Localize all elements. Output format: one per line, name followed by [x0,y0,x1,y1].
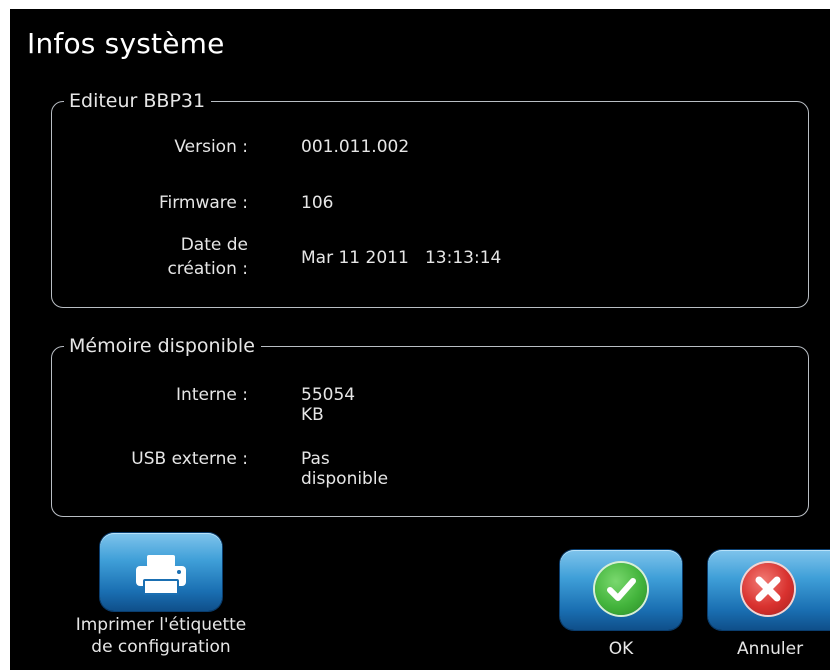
dialog-title: Infos système [27,27,225,60]
creation-date-label-line1: Date de [180,235,248,255]
memory-group: Mémoire disponible [51,334,809,517]
ok-button[interactable] [560,550,682,630]
memory-group-legend: Mémoire disponible [64,334,261,358]
print-configuration-caption[interactable]: Imprimer l'étiquette de configuration [30,614,292,658]
print-configuration-button[interactable] [100,533,222,611]
version-label: Version : [174,137,248,157]
internal-memory-value: 55054 KB [301,385,356,425]
close-icon [742,563,794,615]
cancel-button[interactable] [708,550,830,630]
internal-memory-label: Interne : [176,385,248,405]
print-caption-line2: de configuration [91,637,231,657]
printer-icon [136,555,186,595]
usb-memory-value: Pas disponible [301,449,389,489]
creation-date-label-line2: création : [167,259,248,279]
creation-date-value: Mar 11 2011 13:13:14 [301,248,502,268]
firmware-value: 106 [301,193,334,213]
version-value: 001.011.002 [301,137,410,157]
usb-memory-label: USB externe : [131,449,248,469]
editor-group-legend: Editeur BBP31 [64,89,212,113]
cancel-caption[interactable]: Annuler [710,638,830,660]
print-caption-line1: Imprimer l'étiquette [75,615,247,635]
ok-caption[interactable]: OK [560,638,682,660]
checkmark-icon [595,563,647,615]
firmware-label: Firmware : [158,193,248,213]
system-info-dialog: Infos système Editeur BBP31 Version : 00… [10,9,830,670]
